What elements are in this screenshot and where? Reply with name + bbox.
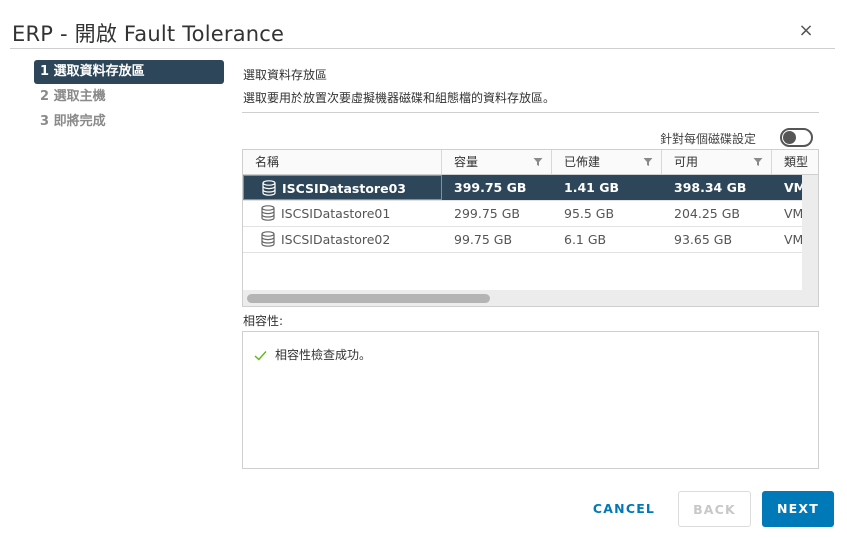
cell-name: ISCSIDatastore03: [243, 175, 442, 200]
title-divider: [10, 48, 835, 49]
datastore-name: ISCSIDatastore02: [281, 232, 391, 247]
cell-capacity: 299.75 GB: [454, 206, 520, 221]
section-title: 選取資料存放區: [243, 68, 328, 82]
compatibility-panel: 相容性檢查成功。: [242, 331, 819, 469]
cell-name: ISCSIDatastore01: [243, 201, 442, 226]
column-header-label: 類型: [784, 155, 809, 169]
back-button[interactable]: BACK: [678, 491, 751, 527]
column-header-label: 容量: [454, 155, 479, 169]
cell-free: 398.34 GB: [674, 180, 747, 195]
checkmark-icon: [254, 351, 267, 361]
database-icon: [262, 180, 276, 196]
section-description: 選取要用於放置次要虛擬機器磁碟和組態檔的資料存放區。: [243, 91, 556, 105]
column-header-label: 可用: [674, 155, 699, 169]
cell-free: 93.65 GB: [674, 232, 733, 247]
datastore-grid: 名稱 容量 已佈建 可用 類型 ISCSIDatastore03 399.75 …: [242, 149, 819, 307]
column-header-type[interactable]: 類型: [772, 150, 818, 174]
cell-free: 204.25 GB: [674, 206, 740, 221]
database-icon: [261, 231, 275, 247]
cancel-button[interactable]: CANCEL: [584, 491, 664, 527]
per-disk-toggle-label: 針對每個磁碟設定: [660, 132, 757, 146]
toggle-knob: [783, 131, 796, 144]
column-header-free[interactable]: 可用: [662, 150, 772, 174]
table-row[interactable]: ISCSIDatastore02 99.75 GB 6.1 GB 93.65 G…: [243, 227, 802, 253]
compatibility-label: 相容性:: [243, 314, 284, 328]
table-row[interactable]: ISCSIDatastore01 299.75 GB 95.5 GB 204.2…: [243, 201, 802, 227]
cell-provisioned: 95.5 GB: [564, 206, 615, 221]
step-select-datastore[interactable]: 1 選取資料存放區: [34, 60, 224, 84]
cell-provisioned: 1.41 GB: [564, 180, 619, 195]
cell-provisioned: 6.1 GB: [564, 232, 607, 247]
column-header-label: 已佈建: [564, 155, 601, 169]
vertical-scrollbar[interactable]: [802, 175, 818, 290]
dialog-title: ERP - 開啟 Fault Tolerance: [12, 22, 285, 46]
step-ready-to-complete: 3 即將完成: [40, 114, 106, 129]
grid-header: 名稱 容量 已佈建 可用 類型: [243, 150, 818, 175]
table-row[interactable]: ISCSIDatastore03 399.75 GB 1.41 GB 398.3…: [243, 175, 802, 201]
cell-capacity: 99.75 GB: [454, 232, 513, 247]
wizard-steps: 1 選取資料存放區 2 選取主機 3 即將完成: [34, 60, 224, 135]
filter-icon[interactable]: [533, 157, 543, 167]
filter-icon[interactable]: [753, 157, 763, 167]
next-button[interactable]: NEXT: [762, 491, 834, 527]
cell-capacity: 399.75 GB: [454, 180, 527, 195]
column-header-capacity[interactable]: 容量: [442, 150, 552, 174]
column-header-provisioned[interactable]: 已佈建: [552, 150, 662, 174]
compatibility-message: 相容性檢查成功。: [275, 348, 372, 362]
section-divider: [242, 112, 819, 113]
cell-type: VM: [784, 232, 802, 247]
cell-type: VM: [784, 206, 802, 221]
filter-icon[interactable]: [643, 157, 653, 167]
cell-name: ISCSIDatastore02: [243, 227, 442, 252]
cell-type: VM: [784, 180, 802, 195]
horizontal-scrollbar[interactable]: [243, 290, 818, 306]
column-header-label: 名稱: [255, 155, 280, 169]
per-disk-toggle[interactable]: [780, 128, 813, 147]
datastore-name: ISCSIDatastore03: [282, 181, 406, 196]
database-icon: [261, 205, 275, 221]
horizontal-scrollbar-thumb[interactable]: [247, 294, 490, 303]
close-icon[interactable]: ×: [797, 22, 815, 40]
step-select-host: 2 選取主機: [40, 89, 106, 104]
column-header-name[interactable]: 名稱: [243, 150, 442, 174]
datastore-name: ISCSIDatastore01: [281, 206, 391, 221]
